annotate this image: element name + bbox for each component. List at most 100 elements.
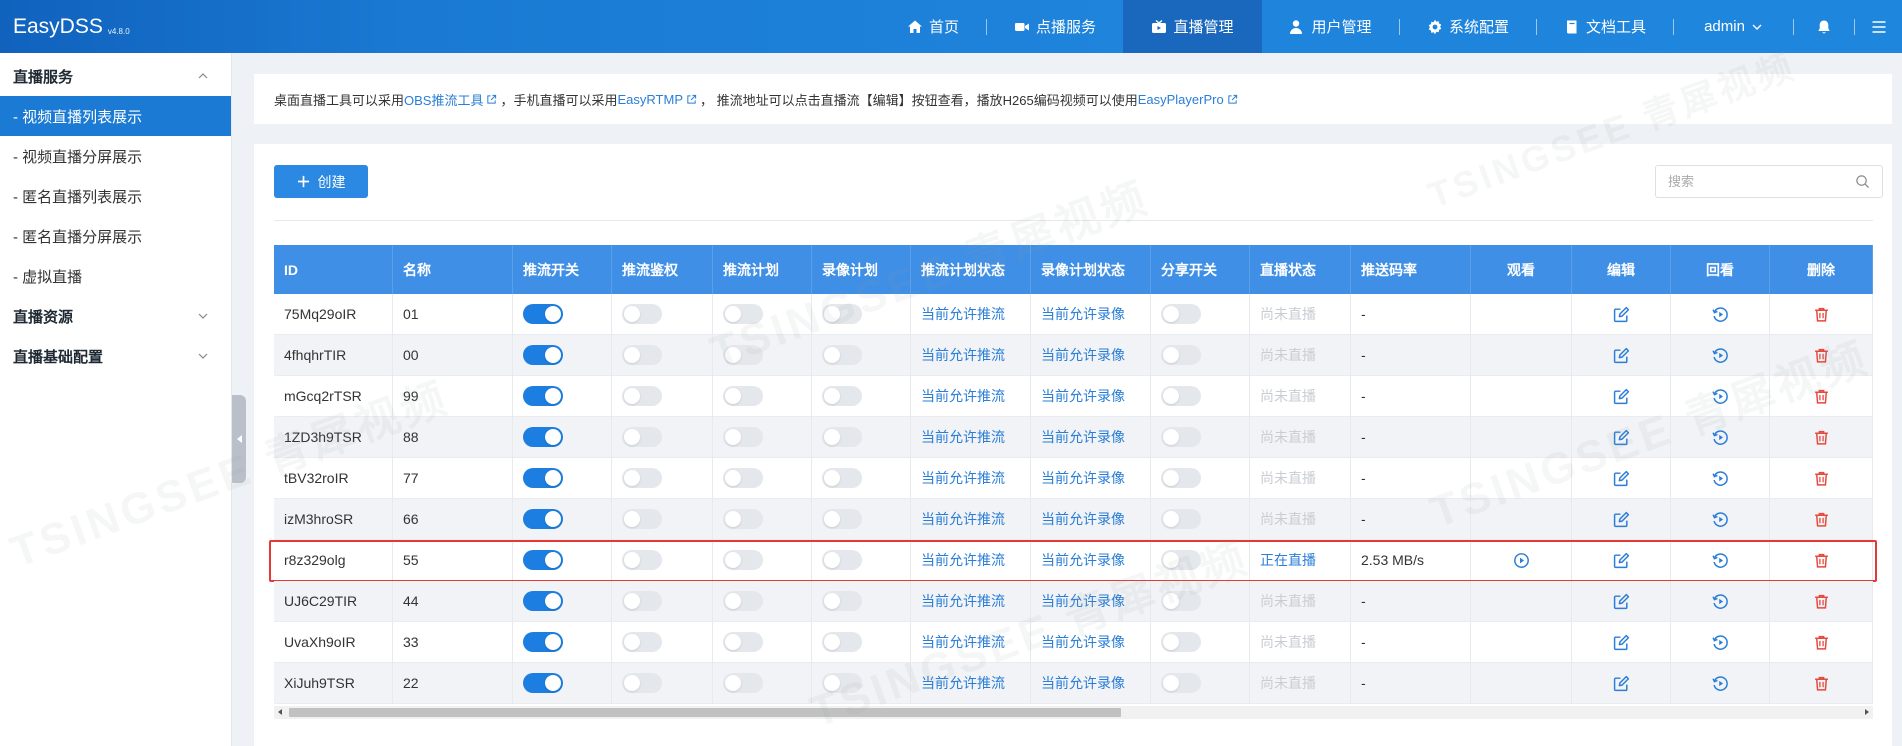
record-plan-toggle[interactable] — [822, 673, 862, 693]
record-plan-toggle[interactable] — [822, 632, 862, 652]
push-plan-toggle[interactable] — [723, 509, 763, 529]
share-switch-toggle[interactable] — [1161, 386, 1201, 406]
share-switch-toggle[interactable] — [1161, 304, 1201, 324]
share-switch-toggle[interactable] — [1161, 591, 1201, 611]
scrollbar-thumb[interactable] — [289, 708, 1121, 717]
delete-icon[interactable] — [1813, 306, 1830, 323]
push-plan-status-link[interactable]: 当前允许推流 — [921, 632, 1005, 652]
delete-icon[interactable] — [1813, 511, 1830, 528]
record-plan-status-link[interactable]: 当前允许录像 — [1041, 345, 1125, 365]
nav-item-vod-service[interactable]: 点播服务 — [987, 0, 1123, 53]
push-plan-status-link[interactable]: 当前允许推流 — [921, 673, 1005, 693]
sidebar-section-live-basic-config[interactable]: 直播基础配置 — [0, 336, 231, 376]
playback-icon[interactable] — [1711, 675, 1729, 692]
push-switch-toggle[interactable] — [523, 673, 563, 693]
edit-icon[interactable] — [1613, 429, 1630, 446]
push-auth-toggle[interactable] — [622, 427, 662, 447]
playback-icon[interactable] — [1711, 306, 1729, 323]
record-plan-status-link[interactable]: 当前允许录像 — [1041, 468, 1125, 488]
push-plan-toggle[interactable] — [723, 345, 763, 365]
push-plan-toggle[interactable] — [723, 468, 763, 488]
record-plan-toggle[interactable] — [822, 468, 862, 488]
push-plan-toggle[interactable] — [723, 673, 763, 693]
create-button[interactable]: 创建 — [274, 165, 368, 198]
sidebar-collapse-handle[interactable] — [232, 395, 246, 483]
share-switch-toggle[interactable] — [1161, 427, 1201, 447]
edit-icon[interactable] — [1613, 306, 1630, 323]
edit-icon[interactable] — [1613, 470, 1630, 487]
record-plan-toggle[interactable] — [822, 591, 862, 611]
share-switch-toggle[interactable] — [1161, 550, 1201, 570]
live-status[interactable]: 正在直播 — [1260, 550, 1316, 570]
push-switch-toggle[interactable] — [523, 386, 563, 406]
delete-icon[interactable] — [1813, 593, 1830, 610]
push-plan-status-link[interactable]: 当前允许推流 — [921, 386, 1005, 406]
push-auth-toggle[interactable] — [622, 632, 662, 652]
push-plan-toggle[interactable] — [723, 550, 763, 570]
push-plan-toggle[interactable] — [723, 632, 763, 652]
push-switch-toggle[interactable] — [523, 345, 563, 365]
push-plan-status-link[interactable]: 当前允许推流 — [921, 304, 1005, 324]
user-menu[interactable]: admin — [1674, 0, 1793, 53]
sidebar-item-anonymous-live-split[interactable]: - 匿名直播分屏展示 — [0, 216, 231, 256]
easyrtmp-link[interactable]: EasyRTMP — [618, 92, 684, 107]
record-plan-status-link[interactable]: 当前允许录像 — [1041, 509, 1125, 529]
sidebar-section-live-service[interactable]: 直播服务 — [0, 56, 231, 96]
push-plan-status-link[interactable]: 当前允许推流 — [921, 509, 1005, 529]
push-plan-toggle[interactable] — [723, 591, 763, 611]
sidebar-item-virtual-live[interactable]: - 虚拟直播 — [0, 256, 231, 296]
watch-play-icon[interactable] — [1513, 552, 1530, 569]
push-plan-status-link[interactable]: 当前允许推流 — [921, 550, 1005, 570]
playback-icon[interactable] — [1711, 552, 1729, 569]
push-auth-toggle[interactable] — [622, 673, 662, 693]
push-plan-status-link[interactable]: 当前允许推流 — [921, 427, 1005, 447]
push-switch-toggle[interactable] — [523, 304, 563, 324]
share-switch-toggle[interactable] — [1161, 509, 1201, 529]
delete-icon[interactable] — [1813, 429, 1830, 446]
nav-item-system-config[interactable]: 系统配置 — [1400, 0, 1536, 53]
delete-icon[interactable] — [1813, 470, 1830, 487]
record-plan-toggle[interactable] — [822, 509, 862, 529]
external-link-icon[interactable] — [686, 94, 697, 105]
menu-button[interactable] — [1855, 0, 1902, 53]
push-switch-toggle[interactable] — [523, 427, 563, 447]
sidebar-section-live-resources[interactable]: 直播资源 — [0, 296, 231, 336]
share-switch-toggle[interactable] — [1161, 632, 1201, 652]
sidebar-item-video-live-list[interactable]: - 视频直播列表展示 — [0, 96, 231, 136]
push-auth-toggle[interactable] — [622, 550, 662, 570]
nav-item-user-management[interactable]: 用户管理 — [1262, 0, 1399, 53]
edit-icon[interactable] — [1613, 511, 1630, 528]
edit-icon[interactable] — [1613, 593, 1630, 610]
push-plan-status-link[interactable]: 当前允许推流 — [921, 591, 1005, 611]
record-plan-status-link[interactable]: 当前允许录像 — [1041, 673, 1125, 693]
delete-icon[interactable] — [1813, 675, 1830, 692]
record-plan-status-link[interactable]: 当前允许录像 — [1041, 386, 1125, 406]
record-plan-status-link[interactable]: 当前允许录像 — [1041, 304, 1125, 324]
playback-icon[interactable] — [1711, 388, 1729, 405]
push-switch-toggle[interactable] — [523, 509, 563, 529]
record-plan-toggle[interactable] — [822, 427, 862, 447]
push-auth-toggle[interactable] — [622, 386, 662, 406]
playback-icon[interactable] — [1711, 470, 1729, 487]
push-plan-toggle[interactable] — [723, 427, 763, 447]
record-plan-toggle[interactable] — [822, 304, 862, 324]
playback-icon[interactable] — [1711, 429, 1729, 446]
playback-icon[interactable] — [1711, 634, 1729, 651]
playback-icon[interactable] — [1711, 347, 1729, 364]
easyplayerpro-link[interactable]: EasyPlayerPro — [1138, 92, 1224, 107]
nav-item-doc-tools[interactable]: 文档工具 — [1537, 0, 1673, 53]
edit-icon[interactable] — [1613, 388, 1630, 405]
push-plan-toggle[interactable] — [723, 386, 763, 406]
edit-icon[interactable] — [1613, 347, 1630, 364]
scroll-right-arrow-icon[interactable] — [1865, 709, 1869, 715]
record-plan-status-link[interactable]: 当前允许录像 — [1041, 427, 1125, 447]
record-plan-status-link[interactable]: 当前允许录像 — [1041, 591, 1125, 611]
record-plan-status-link[interactable]: 当前允许录像 — [1041, 632, 1125, 652]
push-switch-toggle[interactable] — [523, 550, 563, 570]
share-switch-toggle[interactable] — [1161, 345, 1201, 365]
record-plan-toggle[interactable] — [822, 345, 862, 365]
external-link-icon[interactable] — [1227, 94, 1238, 105]
sidebar-item-video-live-split[interactable]: - 视频直播分屏展示 — [0, 136, 231, 176]
obs-tool-link[interactable]: OBS推流工具 — [404, 90, 483, 109]
edit-icon[interactable] — [1613, 634, 1630, 651]
